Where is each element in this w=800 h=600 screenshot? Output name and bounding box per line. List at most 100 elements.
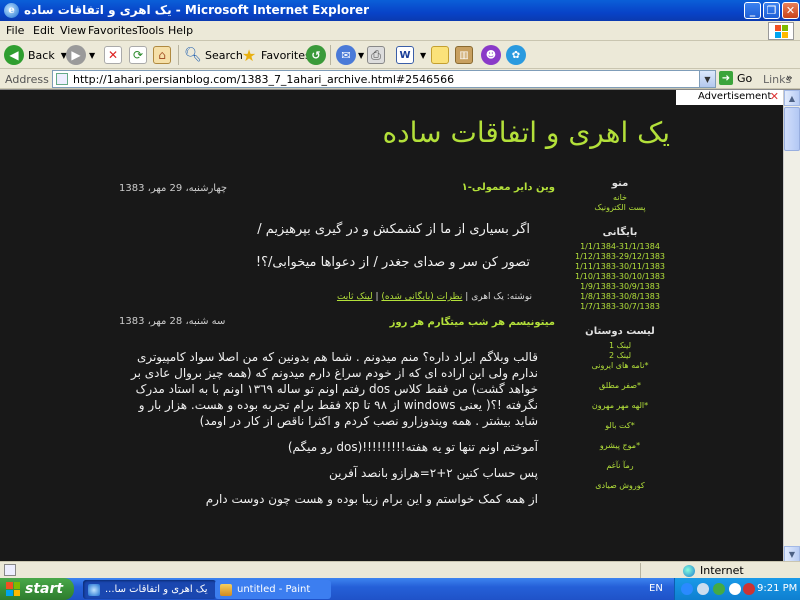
messenger-tray-icon[interactable] [729,583,741,595]
go-label: Go [737,71,753,85]
start-button[interactable]: start [0,578,74,600]
archive-link[interactable]: 1/8/1383-30/8/1383 [570,292,670,302]
friend-link[interactable]: لینک 1 [570,341,670,351]
post-paragraph: آموختم اونم تنها تو یه هفته!!!!!!!!!(dos… [287,440,538,454]
friend-link[interactable]: کوروش صیادی [570,481,670,491]
menu-favorites[interactable]: Favorites [88,24,138,37]
minimize-button[interactable]: _ [744,2,761,19]
history-icon: ↺ [306,45,326,65]
archive-link[interactable]: 1/7/1383-30/7/1383 [570,302,670,312]
note-icon [431,46,449,64]
star-icon: ★ [241,45,257,65]
friend-link[interactable]: موج پیشرو* [570,441,670,451]
network-icon[interactable] [681,583,693,595]
search-button[interactable]: 🔍︎ Search [184,44,243,66]
volume-icon[interactable] [697,583,709,595]
friend-link[interactable]: نامه های ایرونی* [570,361,670,371]
forward-button[interactable]: ▶ ▼ [66,44,95,66]
friend-link[interactable]: کت بالو* [570,421,670,431]
friend-link[interactable]: رمآ نآغم [570,461,670,471]
address-dropdown[interactable]: ▼ [699,71,715,87]
restore-button[interactable]: ❐ [763,2,780,19]
post-author: نوشته: یک اهری | [462,292,532,302]
menu-tools[interactable]: Tools [137,24,164,37]
post-paragraph: قالب وبلاگم ایراد داره؟ منم میدونم . شما… [130,350,538,428]
paint-icon [220,583,232,596]
address-input[interactable]: http://1ahari.persianblog.com/1383_7_1ah… [52,70,716,88]
menu-view[interactable]: View [60,24,86,37]
favorites-button[interactable]: ★ Favorites [240,44,311,66]
archive-link[interactable]: 1/11/1383-30/11/1383 [570,262,670,272]
post-title[interactable]: میتونیسم هر شب میتگارم هر روز [390,317,555,328]
tray-app-icon[interactable] [743,583,755,595]
favorites-label: Favorites [261,48,311,62]
post-paragraph: از همه کمک خواستم و این برام زیبا بوده و… [205,492,538,506]
edit-button[interactable]: W ▼ [396,44,426,66]
advertisement-label: Advertisement [698,91,772,102]
post-text-line: تصور کن سر و صدای جغدر / از دعواها میخوا… [255,255,530,270]
vertical-scrollbar[interactable]: ▲ ▼ [783,90,800,561]
chevron-down-icon: ▼ [420,50,427,60]
address-url[interactable]: http://1ahari.persianblog.com/1383_7_1ah… [73,73,454,86]
scroll-up-button[interactable]: ▲ [784,90,800,106]
blog-title[interactable]: یک اهری و اتفاقات ساده [382,116,670,149]
print-icon: ⎙ [367,46,385,64]
taskbar: start یک اهری و اتفاقات سا... untitled -… [0,578,800,600]
back-button[interactable]: ◀ Back ▼ [4,44,67,66]
archive-link[interactable]: 1/9/1383-30/9/1383 [570,282,670,292]
close-ad-icon[interactable]: ✕ [770,90,779,103]
task-label: یک اهری و اتفاقات سا... [105,584,208,595]
mail-button[interactable]: ✉ ▼ [336,44,364,66]
home-button[interactable]: ⌂ [153,44,171,66]
page-icon [56,73,68,85]
windows-flag-icon [6,582,20,596]
comments-link[interactable]: نظرات (بایگانی شده) [381,292,462,302]
people-icon: ✿ [506,45,526,65]
archive-link[interactable]: 1/10/1383-30/10/1383 [570,272,670,282]
sidebar-item-home[interactable]: خانه [570,193,670,203]
archive-link[interactable]: 1/1/1384-31/1/1384 [570,242,670,252]
toolbar: ◀ Back ▼ ▶ ▼ ✕ ⟳ ⌂ 🔍︎ Search ★ Favorites… [0,41,800,69]
post-date: چهارشنبه، 29 مهر، 1383 [119,183,228,194]
address-bar: Address http://1ahari.persianblog.com/13… [0,69,800,89]
links-more-icon[interactable]: » [786,71,793,84]
start-label: start [25,581,64,597]
menu-file[interactable]: File [6,24,24,37]
history-button[interactable]: ↺ [306,44,326,66]
archive-link[interactable]: 1/12/1383-29/12/1383 [570,252,670,262]
language-indicator[interactable]: EN [649,583,663,594]
antivirus-icon[interactable] [713,583,725,595]
sidebar-item-email[interactable]: پست الکترونیک [570,203,670,213]
discuss-button[interactable] [431,44,449,66]
go-button[interactable]: ➜ Go [719,71,752,85]
permalink-link[interactable]: لینک ثابت [337,292,373,302]
friend-link[interactable]: الهه مهر مهرون* [570,401,670,411]
scroll-down-button[interactable]: ▼ [784,546,800,561]
print-button[interactable]: ⎙ [367,44,385,66]
go-arrow-icon: ➜ [719,71,733,85]
scroll-thumb[interactable] [784,107,800,151]
advertisement-bar[interactable]: Advertisement ✕ [676,90,783,105]
friend-link[interactable]: لینک 2 [570,351,670,361]
page-viewport: Advertisement ✕ یک اهری و اتفاقات ساده و… [0,89,800,561]
close-button[interactable]: ✕ [782,2,799,19]
clock: 9:21 PM [757,583,798,594]
menu-help[interactable]: Help [168,24,193,37]
messenger-button[interactable]: ☻ [481,44,501,66]
refresh-button[interactable]: ⟳ [129,44,147,66]
sidebar-menu-title: منو [611,178,629,189]
msn-button[interactable]: ✿ [506,44,526,66]
stop-button[interactable]: ✕ [104,44,122,66]
back-arrow-icon: ◀ [4,45,24,65]
search-icon: 🔍︎ [184,47,202,63]
menu-edit[interactable]: Edit [33,24,54,37]
research-button[interactable]: ▥ [455,44,473,66]
chevron-down-icon: ▼ [89,50,96,60]
windows-logo-icon [768,22,794,40]
post-title[interactable]: وین دایر معمولی-۱ [462,182,555,193]
taskbar-item-paint[interactable]: untitled - Paint [215,580,331,599]
stop-icon: ✕ [104,46,122,64]
taskbar-item-ie[interactable]: یک اهری و اتفاقات سا... [83,580,216,599]
friend-link[interactable]: صفر مطلق* [570,381,670,391]
title-bar: e یک اهری و اتفاقات ساده - Microsoft Int… [0,0,800,21]
